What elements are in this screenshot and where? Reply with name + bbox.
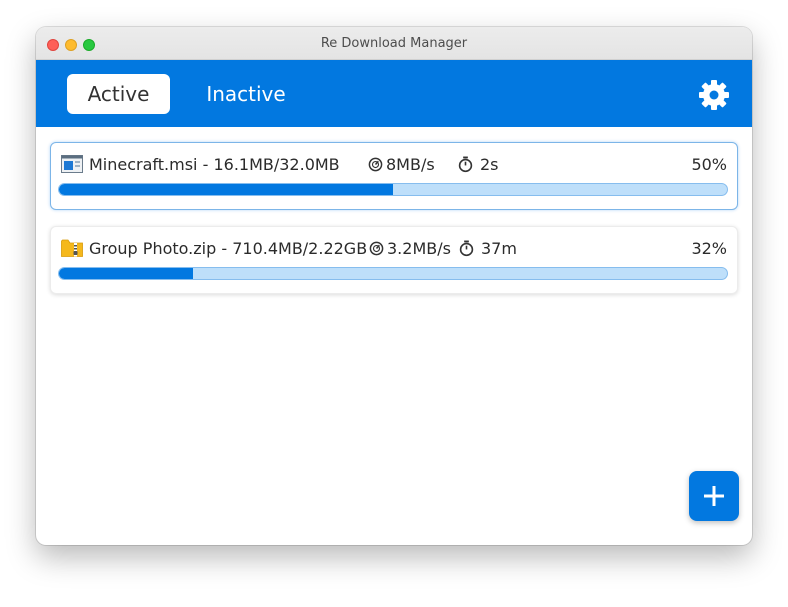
download-name-size: Group Photo.zip - 710.4MB/2.22GB	[89, 239, 368, 258]
download-item[interactable]: Minecraft.msi - 16.1MB/32.0MB 8MB/s 2s 5…	[50, 142, 738, 210]
file-size: 16.1MB/32.0MB	[213, 155, 340, 174]
zip-folder-icon	[61, 238, 83, 258]
download-time-left: 37m	[459, 239, 517, 258]
title-bar[interactable]: Re Download Manager	[36, 27, 752, 60]
add-download-button[interactable]	[689, 471, 739, 521]
file-name: Minecraft.msi	[89, 155, 198, 174]
progress-bar	[58, 267, 728, 280]
speed-value: 3.2MB/s	[387, 239, 451, 258]
progress-bar	[58, 183, 728, 196]
download-time-left: 2s	[458, 155, 499, 174]
stopwatch-icon	[458, 156, 473, 173]
download-item[interactable]: Group Photo.zip - 710.4MB/2.22GB 3.2MB/s…	[50, 226, 738, 294]
download-name-size: Minecraft.msi - 16.1MB/32.0MB	[89, 155, 340, 174]
download-speed: 8MB/s	[368, 155, 435, 174]
progress-fill	[59, 184, 393, 195]
speedometer-icon	[369, 241, 384, 256]
progress-percent: 50%	[691, 155, 727, 174]
time-left-value: 37m	[481, 239, 517, 258]
progress-percent: 32%	[691, 239, 727, 258]
speed-value: 8MB/s	[386, 155, 435, 174]
file-size: 710.4MB/2.22GB	[232, 239, 368, 258]
progress-fill	[59, 268, 193, 279]
tab-active[interactable]: Active	[67, 74, 170, 114]
file-name: Group Photo.zip	[89, 239, 217, 258]
stopwatch-icon	[459, 240, 474, 257]
download-speed: 3.2MB/s	[369, 239, 451, 258]
header-bar: Active Inactive	[36, 60, 752, 127]
time-left-value: 2s	[480, 155, 499, 174]
tab-inactive[interactable]: Inactive	[196, 74, 296, 114]
app-window: Re Download Manager Active Inactive Mine…	[36, 27, 752, 545]
speedometer-icon	[368, 157, 383, 172]
plus-icon	[704, 486, 724, 506]
window-title: Re Download Manager	[320, 36, 468, 51]
gear-icon[interactable]	[698, 79, 730, 111]
installer-file-icon	[61, 154, 83, 174]
